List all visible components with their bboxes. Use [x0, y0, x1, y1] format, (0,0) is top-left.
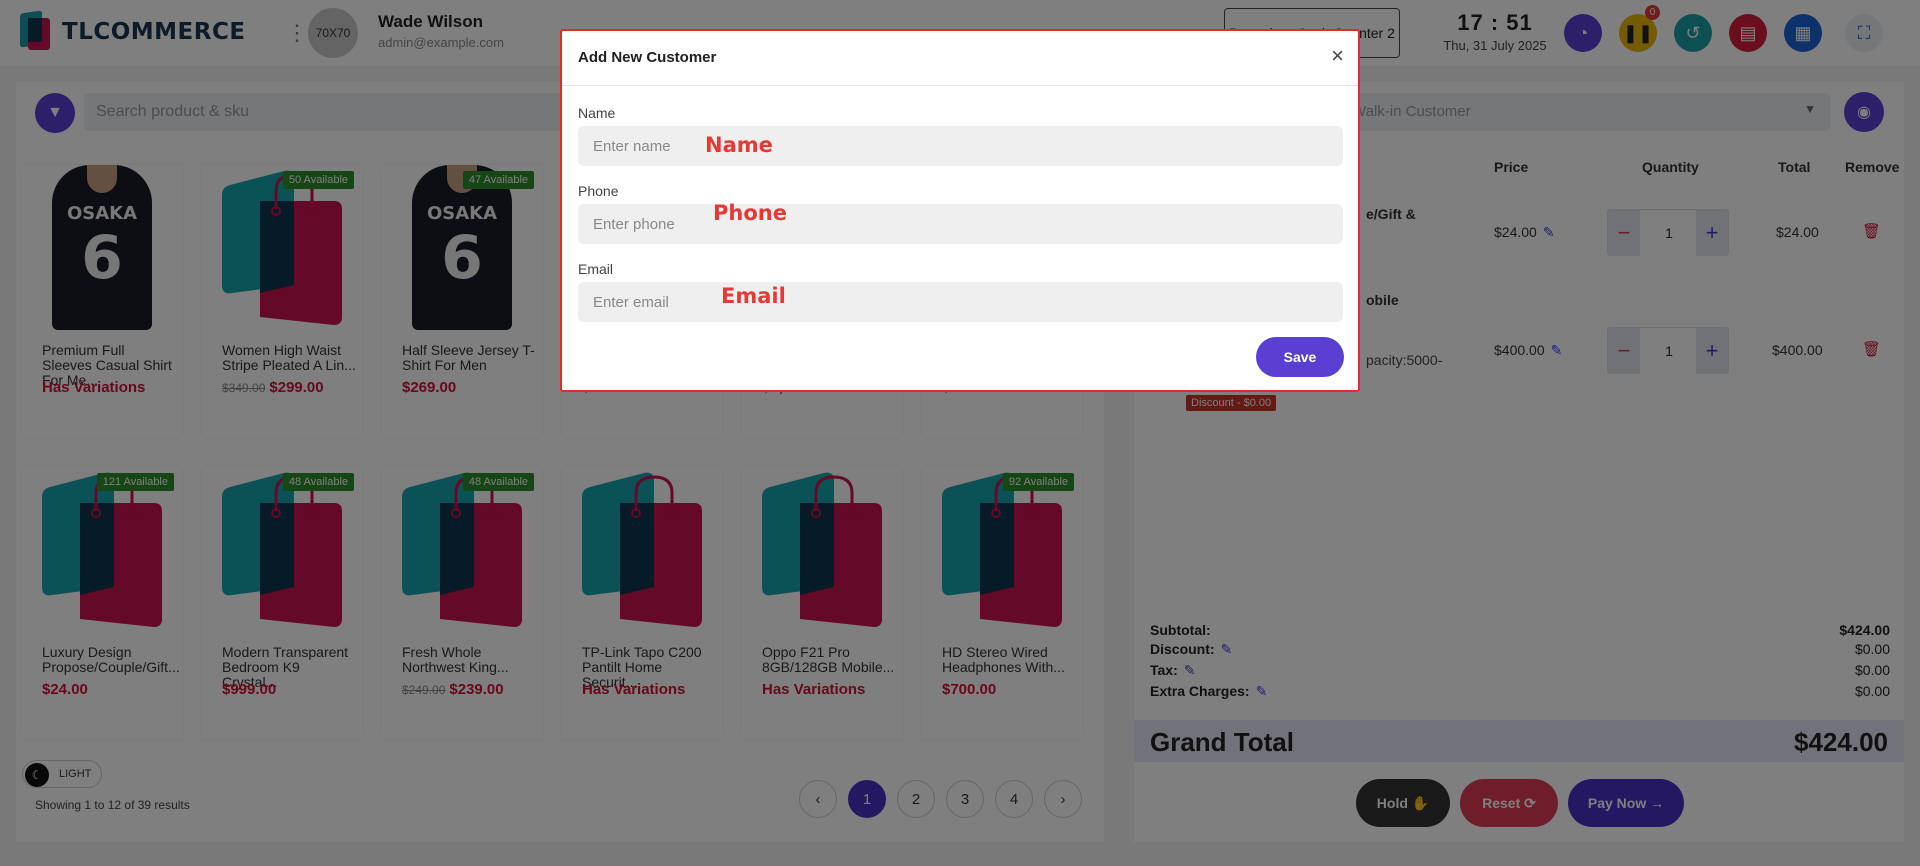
- email-input[interactable]: [578, 282, 1343, 322]
- modal-header: Add New Customer ×: [562, 31, 1358, 86]
- name-label: Name: [578, 105, 616, 121]
- name-input[interactable]: [578, 126, 1343, 166]
- add-customer-modal: Add New Customer × Name Name Phone Phone…: [560, 29, 1360, 392]
- name-annotation: Name: [705, 133, 773, 157]
- email-annotation: Email: [721, 284, 786, 308]
- phone-annotation: Phone: [713, 201, 787, 225]
- phone-input[interactable]: [578, 204, 1343, 244]
- save-button[interactable]: Save: [1256, 337, 1344, 377]
- modal-title: Add New Customer: [578, 49, 717, 66]
- phone-label: Phone: [578, 183, 619, 199]
- close-icon[interactable]: ×: [1331, 45, 1344, 67]
- email-label: Email: [578, 261, 614, 277]
